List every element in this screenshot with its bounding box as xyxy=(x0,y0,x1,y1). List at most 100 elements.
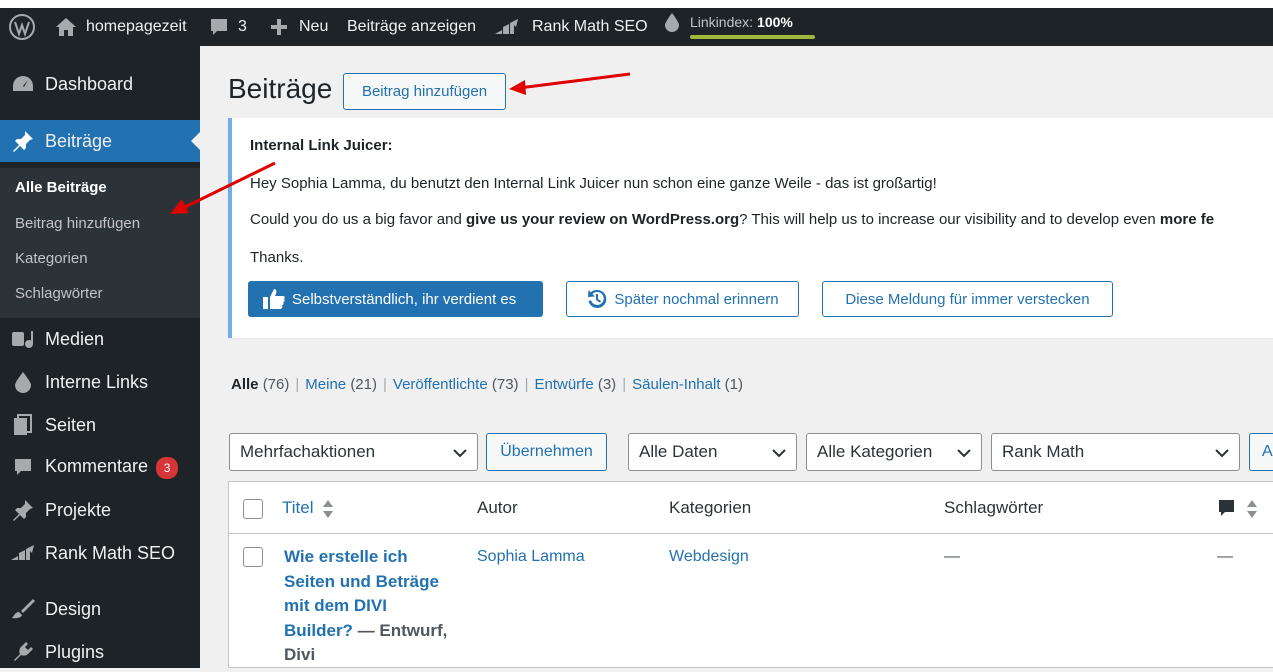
chevron-down-icon xyxy=(1215,449,1229,458)
rank-math-label: Rank Math SEO xyxy=(532,18,648,35)
linkindex-progress-bar xyxy=(690,35,815,39)
linkindex-value: 100% xyxy=(757,14,793,30)
menu-dashboard-label: Dashboard xyxy=(45,73,134,94)
sort-icon xyxy=(323,499,334,518)
filter-published[interactable]: Veröffentlichte xyxy=(393,376,488,393)
menu-dashboard[interactable]: Dashboard xyxy=(0,64,200,104)
rank-math-link[interactable]: Rank Math SEO xyxy=(494,8,648,46)
menu-posts-label: Beiträge xyxy=(45,130,113,151)
column-author: Autor xyxy=(477,498,518,517)
rank-math-icon xyxy=(495,19,518,34)
hide-notice-button[interactable]: Diese Meldung für immer verstecken xyxy=(822,281,1113,317)
pages-icon xyxy=(10,412,36,438)
pin-icon xyxy=(10,128,36,154)
notice-title: Internal Link Juicer: xyxy=(250,137,393,154)
post-author-link[interactable]: Sophia Lamma xyxy=(477,548,585,566)
column-categories: Kategorien xyxy=(669,498,752,517)
admin-bar: homepagezeit 3 Neu Beiträge anzeigen Ran… xyxy=(0,8,1273,46)
rank-math-filter-value: Rank Math xyxy=(1002,442,1085,461)
filter-pillar-content[interactable]: Säulen-Inhalt xyxy=(632,376,720,393)
plug-icon xyxy=(10,639,36,665)
chevron-down-icon xyxy=(957,449,971,458)
column-comments-sort[interactable] xyxy=(1217,498,1258,520)
menu-projects[interactable]: Projekte xyxy=(0,490,200,530)
menu-rank-math[interactable]: Rank Math SEO xyxy=(0,533,200,573)
column-tags: Schlagwörter xyxy=(944,498,1044,517)
filter-submit-button[interactable]: A xyxy=(1249,433,1273,471)
bulk-actions-value: Mehrfachaktionen xyxy=(240,442,376,461)
post-status-filters: Alle (76) | Meine (21) | Veröffentlichte (73… xyxy=(231,376,744,393)
dashboard-icon xyxy=(10,71,36,97)
post-tags-value: — xyxy=(944,548,960,565)
bulk-actions-select[interactable]: Mehrfachaktionen xyxy=(229,433,478,471)
chevron-down-icon xyxy=(772,449,786,458)
review-yes-label: Selbstverständlich, ihr verdient es xyxy=(292,290,517,308)
comment-icon xyxy=(211,19,227,35)
comments-count: 3 xyxy=(238,18,247,35)
select-all-checkbox[interactable] xyxy=(243,499,263,519)
notice-line-1: Hey Sophia Lamma, du benutzt den Interna… xyxy=(250,175,937,192)
menu-media-label: Medien xyxy=(45,328,105,349)
review-yes-button[interactable]: Selbstverständlich, ihr verdient es xyxy=(248,281,543,317)
menu-design-label: Design xyxy=(45,598,102,619)
filter-drafts[interactable]: Entwürfe xyxy=(534,376,593,393)
home-icon xyxy=(56,18,76,36)
thumbs-up-icon xyxy=(263,289,285,309)
admin-sidebar: Dashboard Beiträge Alle Beiträge Beitrag… xyxy=(0,46,200,668)
history-icon xyxy=(588,289,607,308)
menu-comments[interactable]: Kommentare 3 xyxy=(0,447,200,487)
post-title-cell: Wie erstelle ich Seiten und Beträge mit … xyxy=(284,545,454,668)
filter-all[interactable]: Alle xyxy=(231,376,259,393)
top-strip xyxy=(0,0,1273,8)
drop-icon xyxy=(10,369,36,395)
remind-later-label: Später nochmal erinnern xyxy=(614,290,779,308)
menu-comments-label: Kommentare xyxy=(45,455,149,476)
date-filter-value: Alle Daten xyxy=(639,442,718,461)
drop-icon xyxy=(665,13,679,32)
plus-icon xyxy=(271,19,287,35)
comments-badge: 3 xyxy=(156,456,179,479)
menu-internal-links[interactable]: Interne Links xyxy=(0,362,200,402)
remind-later-button[interactable]: Später nochmal erinnern xyxy=(566,281,799,317)
linkindex-label: Linkindex: xyxy=(690,14,754,30)
add-new-post-button[interactable]: Beitrag hinzufügen xyxy=(343,73,506,110)
annotation-arrow-top xyxy=(509,72,631,95)
rank-math-icon xyxy=(10,540,36,566)
comments-link[interactable]: 3 xyxy=(209,8,247,46)
date-filter-select[interactable]: Alle Daten xyxy=(628,433,797,471)
apply-button[interactable]: Übernehmen xyxy=(486,433,607,471)
wordpress-logo-icon[interactable] xyxy=(9,8,35,46)
post-category-link[interactable]: Webdesign xyxy=(669,548,749,566)
comment-icon xyxy=(1219,500,1234,516)
sort-icon xyxy=(1246,500,1257,518)
submenu-add-post[interactable]: Beitrag hinzufügen xyxy=(15,215,140,232)
category-filter-value: Alle Kategorien xyxy=(817,442,933,461)
rank-math-filter-select[interactable]: Rank Math xyxy=(991,433,1240,471)
page-title: Beiträge xyxy=(228,73,333,104)
submenu-tags[interactable]: Schlagwörter xyxy=(15,285,103,302)
filter-mine[interactable]: Meine xyxy=(305,376,346,393)
row-checkbox[interactable] xyxy=(243,547,263,567)
menu-pages-label: Seiten xyxy=(45,414,97,435)
category-filter-select[interactable]: Alle Kategorien xyxy=(806,433,982,471)
posts-table: Titel Autor Kategorien Schlagwörter Wie … xyxy=(228,481,1273,668)
new-content-link[interactable]: Neu xyxy=(270,8,328,46)
column-title-sort[interactable]: Titel xyxy=(282,498,334,519)
menu-projects-label: Projekte xyxy=(45,499,112,520)
submenu-all-posts[interactable]: Alle Beiträge xyxy=(15,179,107,196)
media-icon xyxy=(10,326,36,352)
column-title-label: Titel xyxy=(282,498,314,517)
menu-pages[interactable]: Seiten xyxy=(0,405,200,445)
menu-plugins[interactable]: Plugins xyxy=(0,632,200,672)
menu-rank-math-label: Rank Math SEO xyxy=(45,542,176,563)
menu-posts[interactable]: Beiträge xyxy=(0,120,200,162)
pin-icon xyxy=(10,497,36,523)
notice-line-2: Could you do us a big favor and give us … xyxy=(250,211,1215,228)
table-header: Titel Autor Kategorien Schlagwörter xyxy=(229,482,1273,534)
site-name-link[interactable]: homepagezeit xyxy=(55,8,187,46)
menu-media[interactable]: Medien xyxy=(0,319,200,359)
submenu-categories[interactable]: Kategorien xyxy=(15,250,88,267)
site-name: homepagezeit xyxy=(86,18,187,35)
view-posts-link[interactable]: Beiträge anzeigen xyxy=(347,8,476,46)
menu-design[interactable]: Design xyxy=(0,589,200,629)
